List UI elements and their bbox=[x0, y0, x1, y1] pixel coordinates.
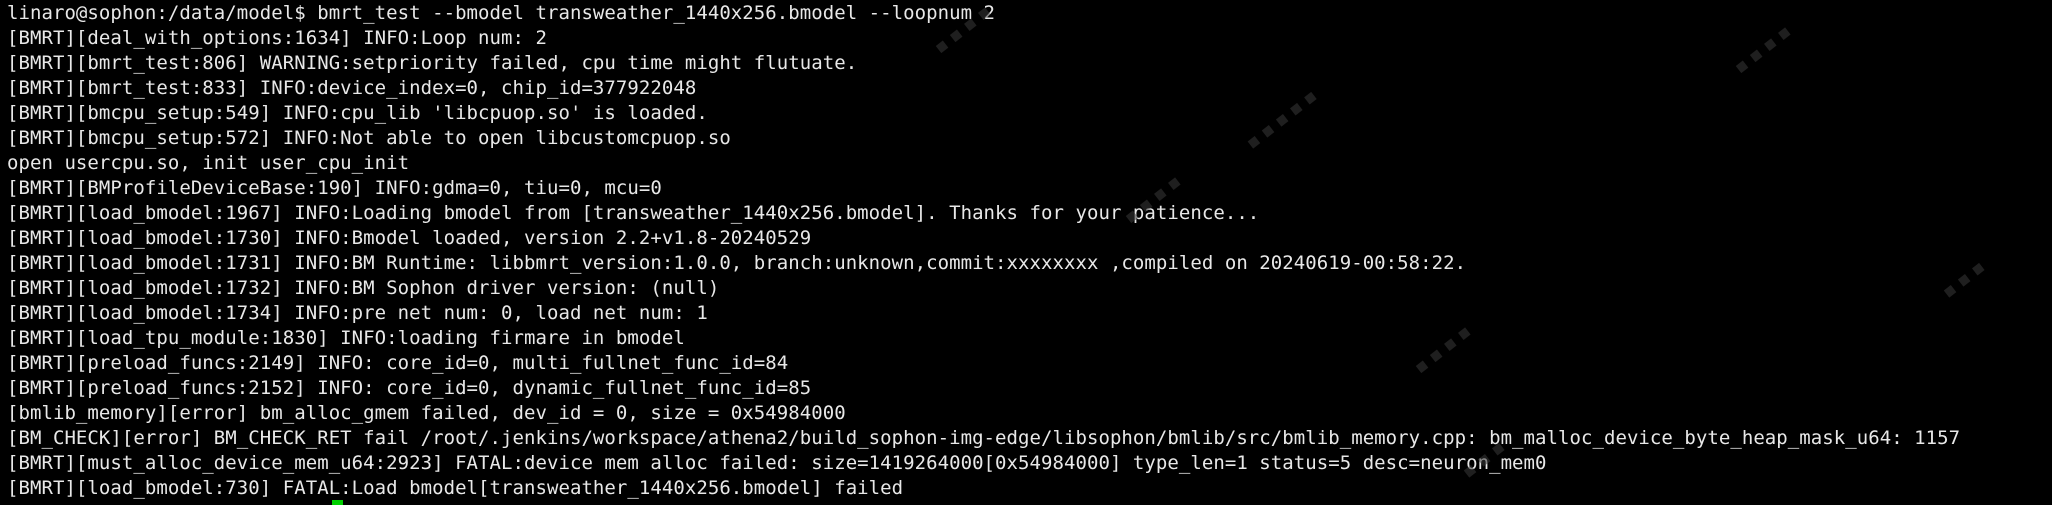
terminal-line: [BMRT][preload_funcs:2152] INFO: core_id… bbox=[7, 377, 812, 399]
terminal-line: [bmlib_memory][error] bm_alloc_gmem fail… bbox=[7, 402, 846, 424]
terminal-line: [BMRT][load_bmodel:1734] INFO:pre net nu… bbox=[7, 302, 708, 324]
terminal-line: [BMRT][load_bmodel:1967] INFO:Loading bm… bbox=[7, 202, 1260, 224]
terminal-line: [BMRT][load_bmodel:1732] INFO:BM Sophon … bbox=[7, 277, 720, 299]
terminal-line: [BMRT][bmrt_test:806] WARNING:setpriorit… bbox=[7, 52, 858, 74]
terminal-line: open usercpu.so, init user_cpu_init bbox=[7, 152, 410, 174]
terminal-line: linaro@sophon:/data/model$ bmrt_test --b… bbox=[7, 2, 996, 24]
terminal-window[interactable]: linaro@sophon:/data/model$ bmrt_test --b… bbox=[0, 0, 2052, 505]
terminal-line: [BMRT][deal_with_options:1634] INFO:Loop… bbox=[7, 27, 547, 49]
terminal-line: [BMRT][bmrt_test:833] INFO:device_index=… bbox=[7, 77, 697, 99]
terminal-line: [BMRT][bmcpu_setup:572] INFO:Not able to… bbox=[7, 127, 731, 149]
terminal-line: [BMRT][load_bmodel:1730] INFO:Bmodel loa… bbox=[7, 227, 812, 249]
terminal-line: [BM_CHECK][error] BM_CHECK_RET fail /roo… bbox=[7, 427, 1961, 449]
terminal-line: [BMRT][load_tpu_module:1830] INFO:loadin… bbox=[7, 327, 685, 349]
terminal-line: [BMRT][load_bmodel:730] FATAL:Load bmode… bbox=[7, 477, 904, 499]
terminal-line: [BMRT][preload_funcs:2149] INFO: core_id… bbox=[7, 352, 789, 374]
terminal-cursor bbox=[332, 500, 343, 505]
terminal-line: [BMRT][bmcpu_setup:549] INFO:cpu_lib 'li… bbox=[7, 102, 708, 124]
terminal-line: [BMRT][must_alloc_device_mem_u64:2923] F… bbox=[7, 452, 1547, 474]
terminal-line: [BMRT][load_bmodel:1731] INFO:BM Runtime… bbox=[7, 252, 1467, 274]
terminal-output: linaro@sophon:/data/model$ bmrt_test --b… bbox=[7, 1, 1960, 501]
terminal-line: [BMRT][BMProfileDeviceBase:190] INFO:gdm… bbox=[7, 177, 662, 199]
